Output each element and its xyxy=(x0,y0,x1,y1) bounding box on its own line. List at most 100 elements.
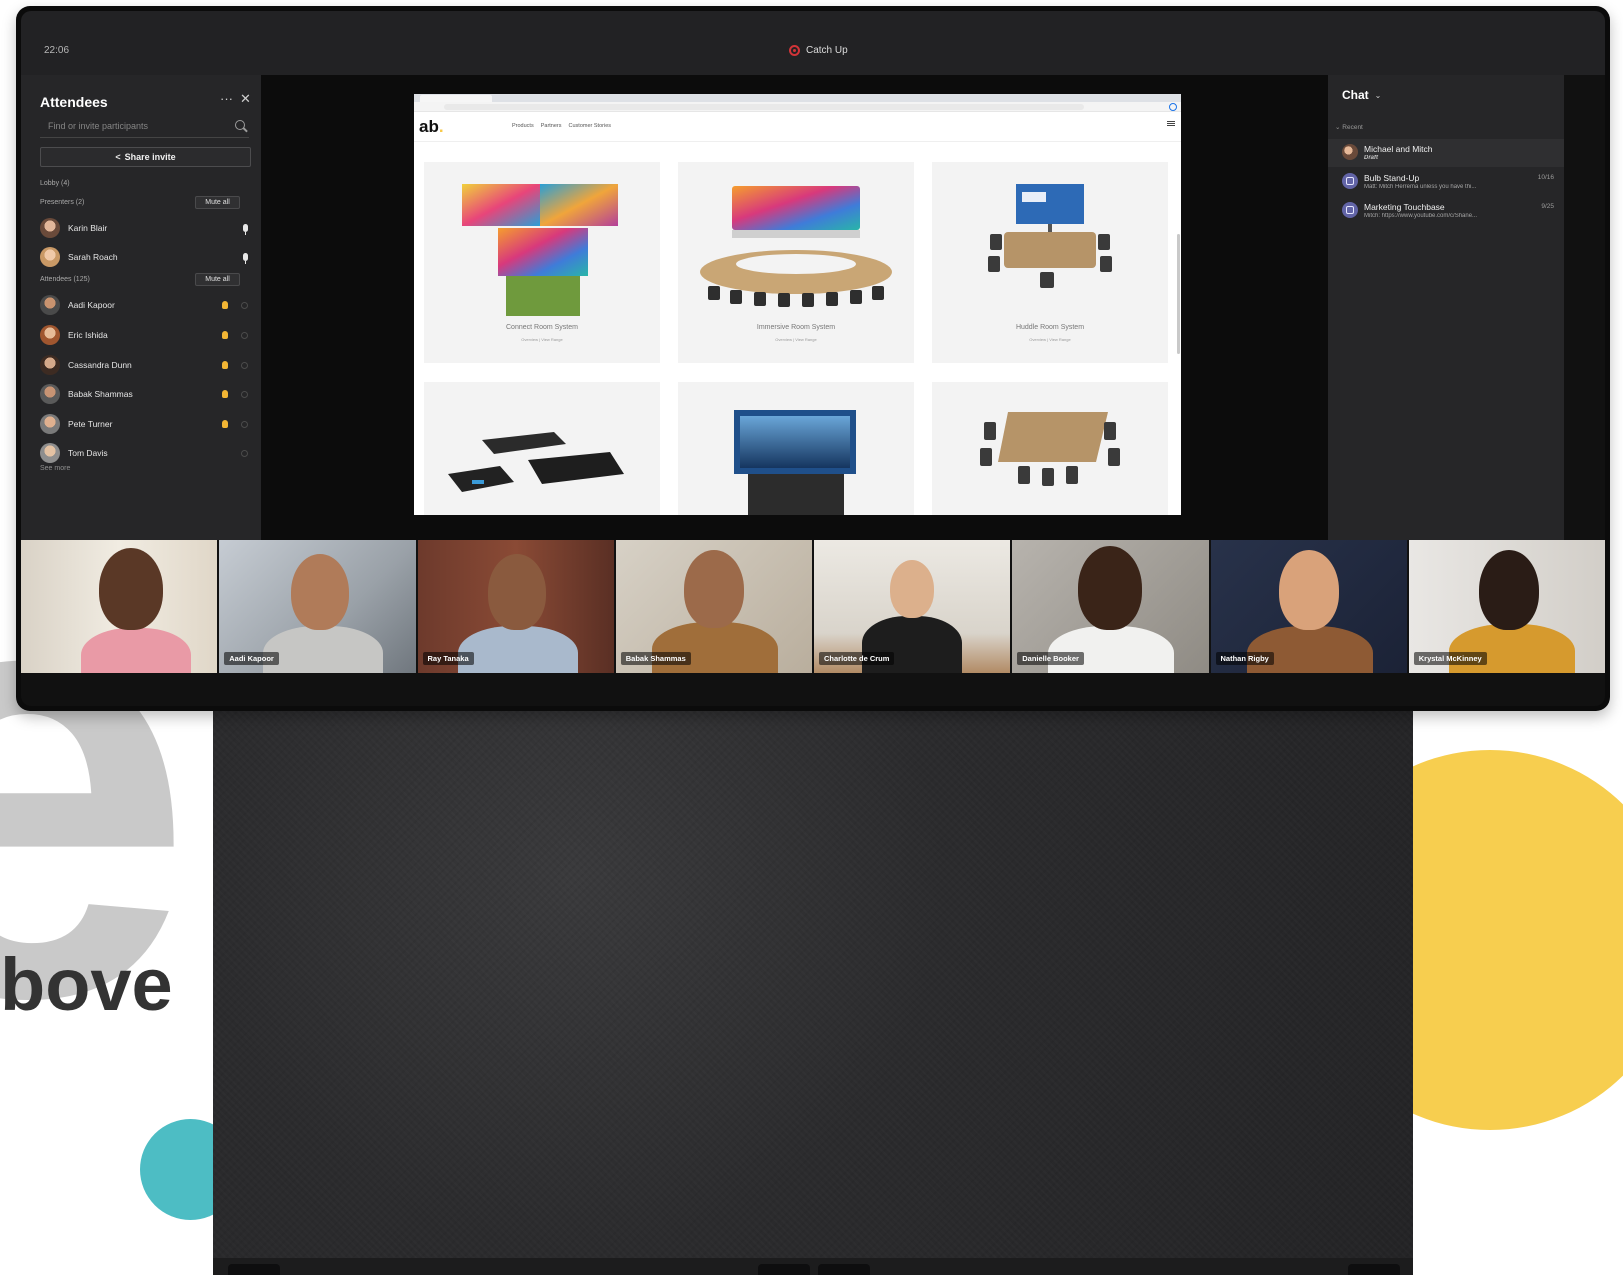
catch-up-button[interactable]: Catch Up xyxy=(789,45,848,56)
mute-all-presenters-button[interactable]: Mute all xyxy=(195,196,240,209)
huddle-room-image xyxy=(988,184,1112,288)
calendar-icon xyxy=(1346,177,1354,185)
video-tile[interactable]: Ray Tanaka xyxy=(417,540,614,673)
video-tile[interactable]: Krystal McKinney xyxy=(1408,540,1605,673)
site-logo[interactable]: ab. xyxy=(419,117,444,137)
video-tile[interactable]: Charlotte de Crum xyxy=(814,540,1011,673)
raised-hand-icon xyxy=(222,361,228,369)
attendee-row[interactable]: Tom Davis xyxy=(40,442,250,464)
video-tile[interactable]: Babak Shammas xyxy=(615,540,812,673)
chat-preview: Draft xyxy=(1364,155,1379,161)
presenter-row[interactable]: Sarah Roach xyxy=(40,246,250,268)
recent-section[interactable]: ⌄ Recent xyxy=(1335,123,1363,131)
presenter-row[interactable]: Karin Blair xyxy=(40,217,250,239)
podium-screen-image xyxy=(734,410,856,515)
nav-link-products[interactable]: Products xyxy=(512,123,534,129)
chat-item[interactable]: Bulb Stand-Up Matt: Mitch Herrema unless… xyxy=(1328,168,1564,196)
url-field[interactable] xyxy=(444,104,1084,110)
mic-off-icon[interactable] xyxy=(241,420,248,428)
avatar xyxy=(1342,144,1358,160)
video-tile[interactable]: Aadi Kapoor xyxy=(219,540,416,673)
immersive-room-image xyxy=(700,186,892,307)
wheel xyxy=(228,1264,280,1275)
product-card[interactable]: Huddle Room System Overview | View Range xyxy=(932,162,1168,363)
chat-date: 10/16 xyxy=(1537,174,1554,181)
attendee-row[interactable]: Aadi Kapoor xyxy=(40,294,250,316)
participant-search xyxy=(40,116,249,138)
avatar xyxy=(40,384,60,404)
browser-scrollbar[interactable] xyxy=(1177,234,1180,354)
product-card[interactable] xyxy=(932,382,1168,515)
chat-preview: Matt: Mitch Herrema unless you have thi.… xyxy=(1364,184,1477,190)
presenters-section[interactable]: Presenters (2) xyxy=(40,199,84,206)
participant-name: Pete Turner xyxy=(68,419,113,429)
participant-face xyxy=(291,554,350,630)
nav-link-customer-stories[interactable]: Customer Stories xyxy=(569,123,612,129)
chat-item[interactable]: Marketing Touchbase Mitch: https://www.y… xyxy=(1328,197,1564,225)
chat-title[interactable]: Chat ⌄ xyxy=(1342,88,1381,102)
shared-browser-window[interactable]: ab. Products Partners Customer Stories C… xyxy=(414,94,1181,515)
chat-item[interactable]: Michael and Mitch Draft xyxy=(1328,139,1564,167)
participant-name: Eric Ishida xyxy=(68,330,108,340)
participant-face xyxy=(487,554,546,630)
product-links[interactable]: Overview | View Range xyxy=(932,337,1168,342)
chat-name: Michael and Mitch xyxy=(1364,144,1433,154)
mic-off-icon[interactable] xyxy=(241,390,248,398)
raised-hand-icon xyxy=(222,420,228,428)
mute-all-attendees-button[interactable]: Mute all xyxy=(195,273,240,286)
attendee-row[interactable]: Eric Ishida xyxy=(40,324,250,346)
participant-name-label: Babak Shammas xyxy=(620,652,691,665)
share-invite-button[interactable]: < Share invite xyxy=(40,147,251,167)
mic-off-icon[interactable] xyxy=(241,331,248,339)
product-card[interactable]: Connect Room System Overview | View Rang… xyxy=(424,162,660,363)
hamburger-menu-icon[interactable] xyxy=(1167,121,1175,122)
search-icon[interactable] xyxy=(235,120,245,130)
nav-link-partners[interactable]: Partners xyxy=(541,123,562,129)
product-links[interactable]: Overview | View Range xyxy=(424,337,660,342)
avatar xyxy=(40,247,60,267)
attendee-row[interactable]: Babak Shammas xyxy=(40,383,250,405)
participant-figure xyxy=(1246,626,1373,673)
avatar xyxy=(40,443,60,463)
browser-tab[interactable] xyxy=(420,95,492,102)
mic-off-icon[interactable] xyxy=(241,301,248,309)
attendees-section[interactable]: Attendees (125) xyxy=(40,276,90,283)
chat-name: Bulb Stand-Up xyxy=(1364,173,1420,183)
microphone-icon[interactable] xyxy=(243,253,248,264)
calendar-icon xyxy=(1346,206,1354,214)
video-tile[interactable]: Danielle Booker xyxy=(1012,540,1209,673)
see-more-link[interactable]: See more xyxy=(40,465,70,472)
microphone-icon[interactable] xyxy=(243,224,248,235)
product-title: Connect Room System xyxy=(506,324,578,331)
participant-face xyxy=(1478,550,1539,630)
more-options-button[interactable]: ··· xyxy=(220,91,233,106)
attendee-row[interactable]: Pete Turner xyxy=(40,413,250,435)
attendees-title: Attendees xyxy=(40,94,108,110)
participant-name: Aadi Kapoor xyxy=(68,300,115,310)
mic-off-icon[interactable] xyxy=(241,361,248,369)
background-word: bove xyxy=(0,943,173,1026)
profile-icon[interactable] xyxy=(1169,103,1177,111)
product-card[interactable] xyxy=(678,382,914,515)
display-stand xyxy=(213,708,1413,1268)
attendee-row[interactable]: Cassandra Dunn xyxy=(40,354,250,376)
close-icon[interactable]: ✕ xyxy=(240,91,251,107)
clock: 22:06 xyxy=(44,45,70,56)
video-tile[interactable]: Nathan Rigby xyxy=(1210,540,1407,673)
participant-search-input[interactable] xyxy=(40,116,220,136)
product-links[interactable]: Overview | View Range xyxy=(678,337,914,342)
video-tile[interactable] xyxy=(21,540,218,673)
product-title: Immersive Room System xyxy=(756,324,836,331)
share-icon: < xyxy=(115,152,121,162)
wheel xyxy=(1348,1264,1400,1275)
lobby-section[interactable]: Lobby (4) xyxy=(40,180,70,187)
product-card[interactable]: Immersive Room System Overview | View Ra… xyxy=(678,162,914,363)
product-card[interactable] xyxy=(424,382,660,515)
conference-table-image xyxy=(980,412,1120,486)
avatar xyxy=(40,325,60,345)
participant-name-label: Charlotte de Crum xyxy=(819,652,895,665)
participant-figure xyxy=(81,628,191,673)
participant-figure xyxy=(1448,624,1575,673)
participant-name: Cassandra Dunn xyxy=(68,360,132,370)
mic-off-icon[interactable] xyxy=(241,449,248,457)
